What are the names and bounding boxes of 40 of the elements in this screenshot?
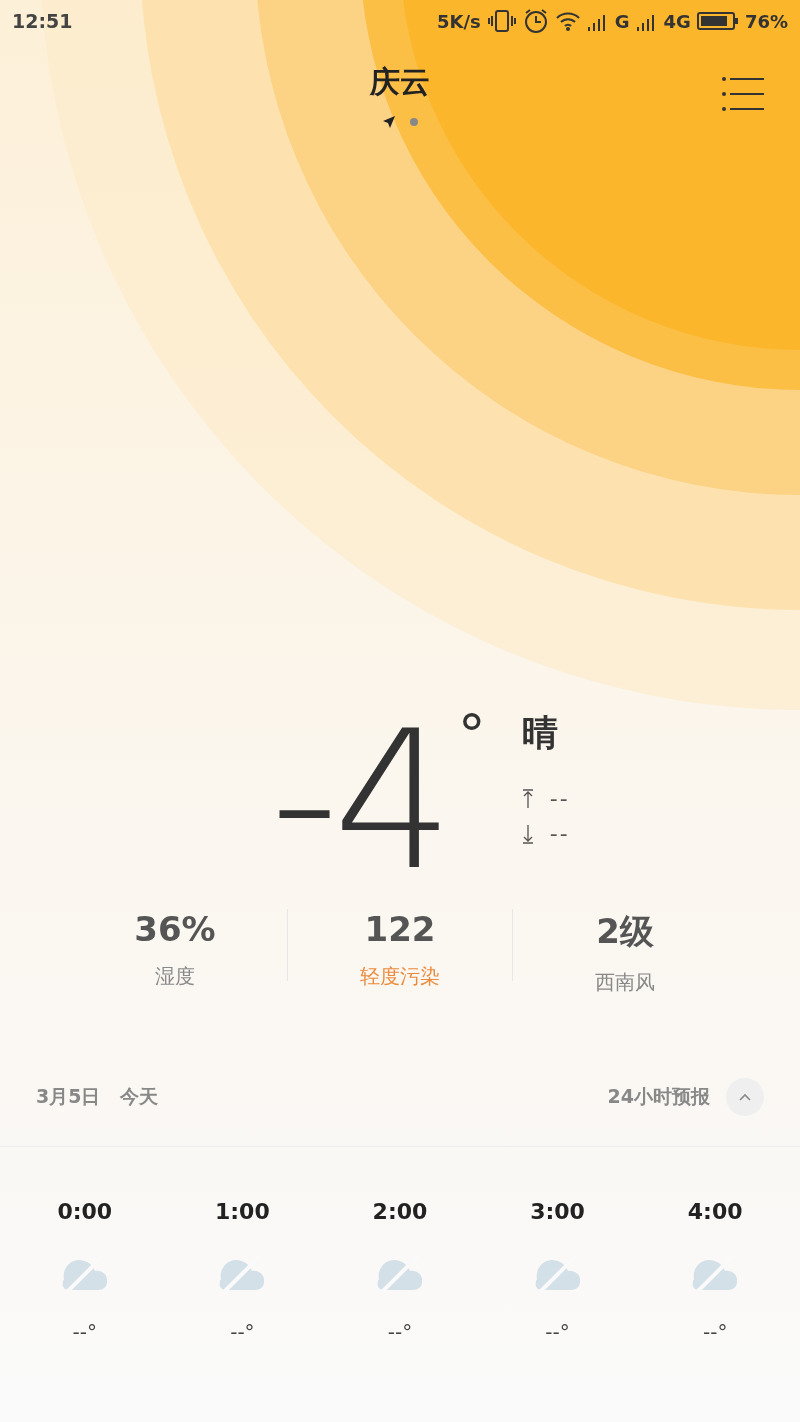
stat-label: 轻度污染 xyxy=(360,963,440,990)
up-arrow-icon xyxy=(521,788,534,809)
degree-sign: ° xyxy=(457,707,486,763)
hour-time: 0:00 xyxy=(57,1199,113,1224)
hour-temperature: --° xyxy=(545,1320,570,1344)
vibrate-icon xyxy=(486,9,517,33)
city-name: 庆云 xyxy=(370,63,430,101)
wifi-icon xyxy=(554,10,581,32)
weather-condition: 晴 xyxy=(521,711,559,755)
status-time: 12:51 xyxy=(12,10,73,32)
caret-icon xyxy=(738,1091,752,1102)
stat-value: 122 xyxy=(364,909,436,949)
stat-label: 湿度 xyxy=(155,963,195,990)
network-type: 4G xyxy=(663,10,691,32)
forecast-day: 今天 xyxy=(120,1083,159,1110)
network-type: G xyxy=(614,10,630,32)
current-temperature: -4 xyxy=(270,707,448,897)
forecast-title: 24小时预报 xyxy=(607,1083,710,1109)
low-temperature: -- xyxy=(549,821,570,846)
high-temperature: -- xyxy=(549,786,570,811)
hour-time: 1:00 xyxy=(215,1199,270,1224)
stat-label: 西南风 xyxy=(595,969,655,996)
location-arrow-icon[interactable] xyxy=(382,115,396,129)
battery-percent: 76% xyxy=(744,10,788,32)
hour-time: 2:00 xyxy=(372,1199,428,1224)
alarm-icon xyxy=(522,8,549,34)
stat-value: 36% xyxy=(134,909,216,949)
network-speed: 5K/s xyxy=(437,10,481,32)
hour-temperature: --° xyxy=(230,1320,255,1344)
down-arrow-icon xyxy=(521,823,534,844)
hour-time: 3:00 xyxy=(530,1199,585,1224)
hour-temperature: --° xyxy=(72,1320,97,1344)
battery-icon xyxy=(696,11,739,31)
stat-value: 2级 xyxy=(596,910,654,953)
page-dot[interactable] xyxy=(410,118,418,126)
menu-icon[interactable] xyxy=(722,76,764,112)
hour-temperature: --° xyxy=(387,1320,413,1344)
forecast-date: 3月5日 xyxy=(36,1083,101,1109)
hour-time: 4:00 xyxy=(687,1199,743,1224)
hour-temperature: --° xyxy=(702,1320,728,1344)
